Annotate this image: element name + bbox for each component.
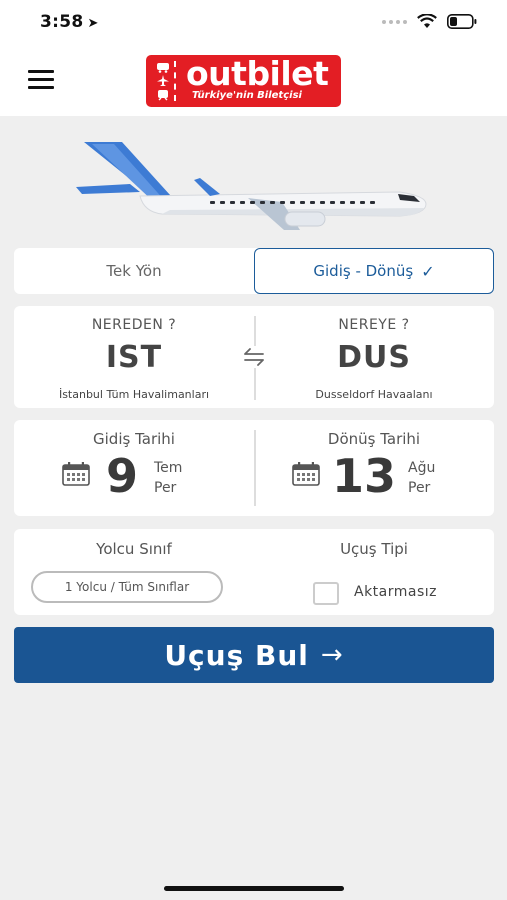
status-time: 3:58 ➤ (40, 12, 99, 32)
round-trip-option[interactable]: Gidiş - Dönüş ✓ (254, 248, 494, 294)
calendar-icon (292, 462, 320, 486)
wifi-icon (417, 14, 437, 28)
airplane-small-icon (157, 75, 169, 86)
departure-month: Tem (154, 460, 183, 476)
origin-airport-name: İstanbul Tüm Havalimanları (58, 388, 210, 401)
round-trip-label: Gidiş - Dönüş (313, 262, 414, 280)
departure-weekday: Per (154, 480, 177, 496)
calendar-icon (62, 462, 90, 486)
status-bar: 3:58 ➤ (0, 0, 507, 46)
brand-logo: outbilet Türkiye'nin Biletçisi (146, 55, 341, 107)
passenger-class-label: Yolcu Sınıf (96, 540, 172, 558)
logo-transport-strip (152, 61, 176, 101)
destination-code: DUS (337, 340, 411, 375)
return-weekday: Per (408, 480, 431, 496)
destination-airport-name: Dusseldorf Havaalanı (315, 388, 433, 401)
train-icon (158, 90, 168, 101)
status-time-text: 3:58 (40, 12, 84, 32)
direct-flight-label: Aktarmasız (354, 584, 438, 600)
departure-date-label: Gidiş Tarihi (93, 430, 175, 448)
search-button-label: Uçuş Bul (164, 638, 309, 672)
passenger-class-select[interactable]: 1 Yolcu / Tüm Sınıflar (31, 571, 223, 603)
origin-selector[interactable]: NEREDEN ? IST İstanbul Tüm Havalimanları (14, 306, 254, 408)
departure-date-selector[interactable]: Gidiş Tarihi 9 Tem Per (14, 420, 254, 516)
return-day: 13 (332, 449, 397, 503)
search-flights-button[interactable]: Uçuş Bul → (14, 627, 494, 683)
signal-icon (382, 19, 407, 24)
battery-icon (447, 14, 477, 29)
bus-icon (157, 63, 169, 73)
status-indicators (382, 14, 477, 29)
flight-type-label: Uçuş Tipi (340, 540, 408, 558)
destination-selector[interactable]: NEREYE ? DUS Dusseldorf Havaalanı (254, 306, 494, 408)
route-card: NEREDEN ? IST İstanbul Tüm Havalimanları… (14, 306, 494, 408)
passenger-card: Yolcu Sınıf 1 Yolcu / Tüm Sınıflar Uçuş … (14, 529, 494, 615)
check-icon: ✓ (421, 261, 435, 281)
one-way-label: Tek Yön (106, 262, 162, 280)
hamburger-icon[interactable] (28, 70, 54, 90)
return-date-selector[interactable]: Dönüş Tarihi 13 Ağu Per (254, 420, 494, 516)
arrow-right-icon: → (320, 640, 344, 670)
airplane-illustration (76, 142, 427, 230)
logo-name: outbilet (186, 54, 329, 93)
direct-flight-checkbox[interactable] (313, 582, 339, 605)
departure-day: 9 (106, 449, 139, 503)
dates-card: Gidiş Tarihi 9 Tem Per Dönüş Tarihi 13 A… (14, 420, 494, 516)
logo-tagline: Türkiye'nin Biletçisi (192, 90, 302, 101)
origin-label: NEREDEN ? (91, 317, 177, 333)
return-date-label: Dönüş Tarihi (327, 430, 421, 448)
origin-code: IST (105, 340, 163, 375)
location-icon: ➤ (87, 16, 99, 31)
destination-label: NEREYE ? (338, 317, 410, 333)
one-way-option[interactable]: Tek Yön (14, 248, 254, 294)
return-month: Ağu (408, 460, 436, 476)
trip-type-selector: Tek Yön Gidiş - Dönüş ✓ (14, 248, 494, 294)
home-indicator[interactable] (164, 886, 344, 891)
app-header: outbilet Türkiye'nin Biletçisi (0, 46, 507, 116)
